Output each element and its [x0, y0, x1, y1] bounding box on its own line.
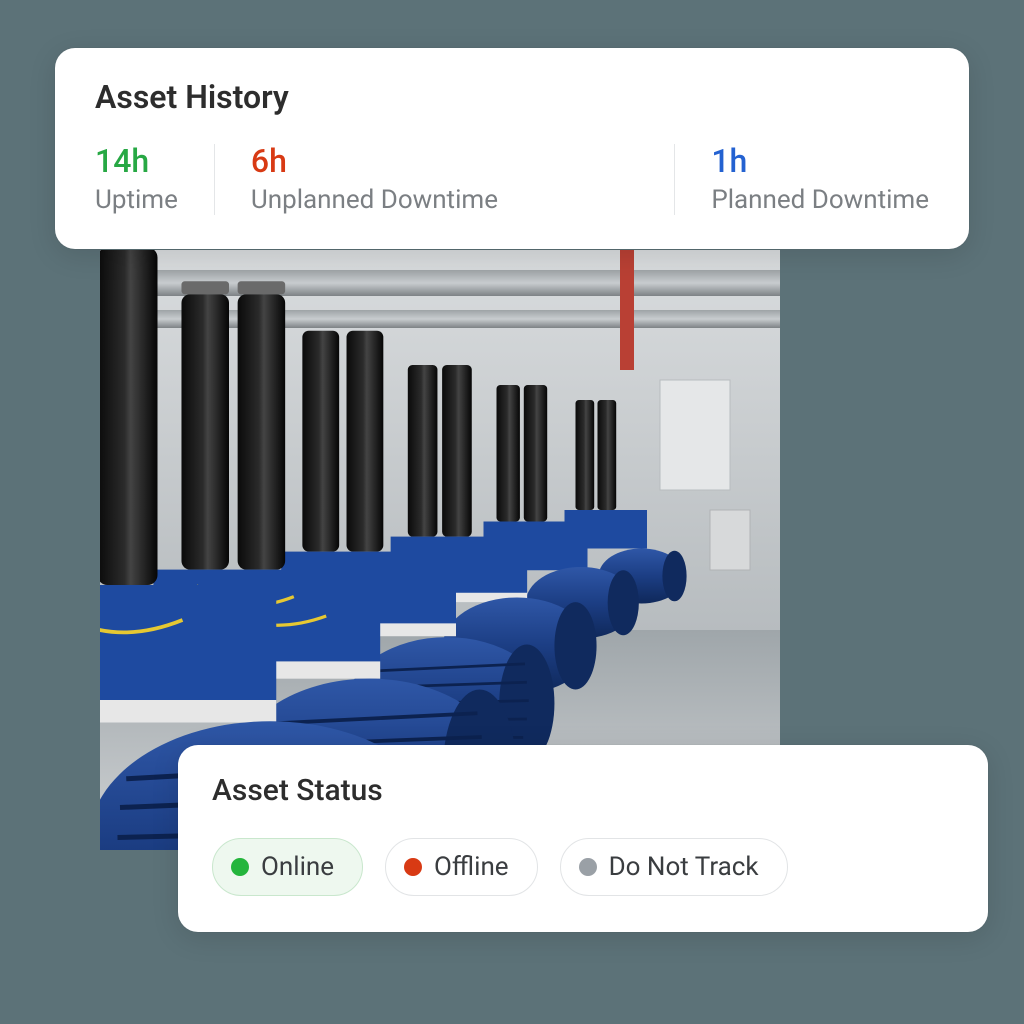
- metric-uptime-value: 14h: [95, 144, 178, 179]
- asset-status-card: Asset Status Online Offline Do Not Track: [178, 745, 988, 932]
- metric-uptime-label: Uptime: [95, 185, 178, 215]
- metric-uptime: 14h Uptime: [95, 144, 214, 215]
- asset-history-title: Asset History: [95, 78, 929, 116]
- asset-history-metrics: 14h Uptime 6h Unplanned Downtime 1h Plan…: [95, 144, 929, 215]
- status-option-online[interactable]: Online: [212, 838, 363, 896]
- metric-planned-value: 1h: [711, 144, 929, 179]
- asset-status-title: Asset Status: [212, 773, 954, 808]
- status-dot-icon: [579, 858, 597, 876]
- status-option-label: Do Not Track: [609, 852, 759, 882]
- status-option-label: Online: [261, 852, 334, 882]
- asset-history-card: Asset History 14h Uptime 6h Unplanned Do…: [55, 48, 969, 249]
- status-options: Online Offline Do Not Track: [212, 838, 954, 896]
- metric-unplanned-downtime: 6h Unplanned Downtime: [251, 144, 674, 215]
- status-option-do-not-track[interactable]: Do Not Track: [560, 838, 788, 896]
- metric-divider: [214, 144, 215, 215]
- metric-unplanned-label: Unplanned Downtime: [251, 185, 638, 215]
- status-option-offline[interactable]: Offline: [385, 838, 538, 896]
- status-option-label: Offline: [434, 852, 509, 882]
- status-dot-icon: [404, 858, 422, 876]
- metric-planned-downtime: 1h Planned Downtime: [711, 144, 929, 215]
- metric-unplanned-value: 6h: [251, 144, 638, 179]
- metric-divider: [674, 144, 675, 215]
- metric-planned-label: Planned Downtime: [711, 185, 929, 215]
- status-dot-icon: [231, 858, 249, 876]
